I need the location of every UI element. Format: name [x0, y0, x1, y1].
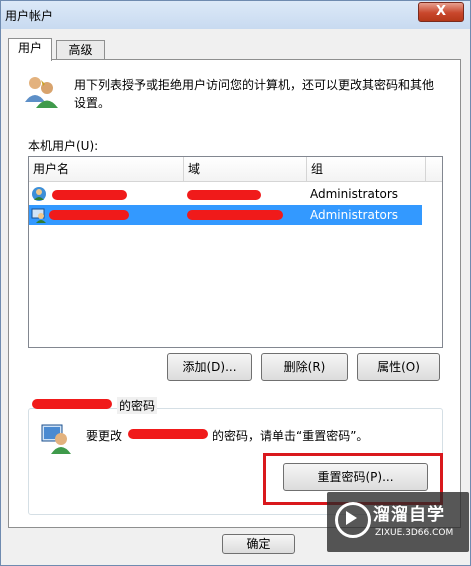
local-users-label: 本机用户(U): [28, 139, 99, 153]
redaction-mark [32, 399, 112, 409]
intro-text: 用下列表授予或拒绝用户访问您的计算机，还可以更改其密码和其他设置。 [74, 78, 435, 110]
table-row[interactable]: Administrators [29, 184, 422, 204]
add-button[interactable]: 添加(D)... [167, 353, 252, 381]
users-icon [25, 77, 58, 108]
remove-button[interactable]: 删除(R) [261, 353, 348, 381]
password-msg-suffix: 的密码，请单击“重置密码”。 [212, 429, 369, 443]
play-arrow-icon [346, 511, 357, 525]
user-accounts-window: 用户帐户 X 用户 高级 用下列表授予或拒绝用户访问您的计算机，还可以更改其密码… [0, 0, 471, 566]
watermark-subtitle: ZIXUE.3D66.COM [375, 528, 454, 538]
close-icon: X [435, 4, 447, 19]
properties-button[interactable]: 属性(O) [357, 353, 440, 381]
redaction-mark [52, 190, 127, 200]
title-bar[interactable]: 用户帐户 X [1, 1, 470, 29]
user-account-icon [41, 424, 71, 454]
redaction-mark [187, 190, 261, 200]
tab-advanced-label: 高级 [68, 43, 93, 57]
user-icon [31, 208, 46, 223]
redaction-mark [128, 429, 208, 439]
user-icon [32, 187, 46, 201]
column-header-domain[interactable]: 域 [184, 157, 307, 181]
tab-users-label: 用户 [17, 41, 42, 55]
password-group-title: 的密码 [117, 397, 158, 414]
watermark: 溜溜自学 ZIXUE.3D66.COM [327, 492, 469, 552]
tab-advanced[interactable]: 高级 [56, 40, 105, 61]
redaction-mark [187, 210, 283, 220]
redaction-mark [49, 210, 129, 220]
password-msg-prefix: 要更改 [86, 429, 123, 443]
column-header-group[interactable]: 组 [307, 157, 426, 181]
column-header-username[interactable]: 用户名 [29, 157, 184, 181]
list-header: 用户名 域 组 [29, 157, 442, 182]
group-cell: Administrators [310, 187, 399, 201]
users-list[interactable]: 用户名 域 组 Administrators Administrators [28, 156, 443, 348]
tab-users[interactable]: 用户 [8, 38, 52, 61]
ok-button[interactable]: 确定 [222, 534, 295, 554]
watermark-title: 溜溜自学 [373, 505, 445, 525]
table-row-selected[interactable]: Administrators [29, 205, 422, 225]
close-button[interactable]: X [418, 2, 464, 22]
window-title: 用户帐户 [5, 9, 54, 23]
group-cell: Administrators [310, 208, 399, 222]
